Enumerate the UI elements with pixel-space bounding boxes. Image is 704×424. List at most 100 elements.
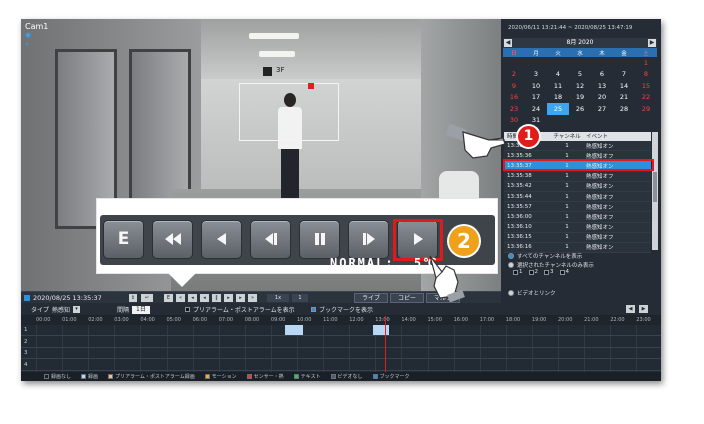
event-row[interactable]: 13:35:57 1 熱感知オン <box>504 202 651 213</box>
calendar-header: 8月 2020 ◀ ▶ <box>503 38 657 48</box>
calendar-day[interactable]: 6 <box>591 69 613 81</box>
event-channel: 1 <box>565 203 569 210</box>
event-row[interactable]: 13:36:15 1 熱感知オフ <box>504 232 651 243</box>
copy-button[interactable]: コピー <box>390 293 424 303</box>
step-back-button[interactable] <box>250 220 291 259</box>
calendar-day[interactable]: 15 <box>635 80 657 92</box>
calendar-day[interactable]: 5 <box>569 69 591 81</box>
mini-forward-button[interactable]: » <box>248 294 257 302</box>
calendar-day[interactable]: 23 <box>503 103 525 115</box>
video-link-option[interactable]: ビデオとリンク <box>508 289 556 297</box>
calendar-day[interactable]: 9 <box>503 80 525 92</box>
speed-select[interactable]: 1x <box>267 294 289 302</box>
event-row[interactable]: 13:36:10 1 熱感知オン <box>504 222 651 233</box>
channel-checkbox[interactable]: 4 <box>559 269 569 275</box>
calendar-day[interactable]: 31 <box>525 115 547 127</box>
calendar-day[interactable]: 27 <box>591 103 613 115</box>
calendar-day[interactable]: 22 <box>635 92 657 104</box>
mini-step-back-button[interactable]: ◂ <box>200 294 209 302</box>
channel-checkbox[interactable]: 2 <box>528 269 538 275</box>
calendar-day[interactable]: 3 <box>525 69 547 81</box>
event-row[interactable]: 13:35:42 1 熱感知オン <box>504 181 651 192</box>
timeline-row-label: 2 <box>24 338 28 345</box>
hour-tick-label: 10:00 <box>297 317 312 323</box>
calendar-day[interactable]: 1 <box>635 57 657 69</box>
timeline-row[interactable]: 2 <box>21 337 661 348</box>
mini-step-forward-button[interactable]: ▸ <box>224 294 233 302</box>
calendar-day[interactable]: 4 <box>547 69 569 81</box>
mini-e-button[interactable]: E <box>164 294 173 302</box>
checkbox[interactable] <box>311 307 316 312</box>
channel-checkbox[interactable]: 1 <box>513 269 523 275</box>
datetime-spinner[interactable]: ⇕ <box>129 294 137 302</box>
chevron-down-icon[interactable]: ▾ <box>73 306 81 313</box>
mini-reverse-button[interactable]: ◂ <box>188 294 197 302</box>
mini-rewind-button[interactable]: « <box>176 294 185 302</box>
calendar-day[interactable]: 20 <box>591 92 613 104</box>
live-button[interactable]: ライブ <box>354 293 388 303</box>
event-type: 熱感知オン <box>586 184 614 191</box>
checkbox[interactable] <box>185 307 190 312</box>
enter-button[interactable]: ↵ <box>141 294 153 302</box>
channel-checkbox[interactable]: 3 <box>544 269 554 275</box>
radio-all-channels[interactable]: すべてのチャンネルを表示 <box>508 252 582 260</box>
timeline-next-button[interactable]: ▶ <box>639 305 648 313</box>
timeline-row[interactable]: 3 <box>21 348 661 359</box>
mini-play-button[interactable]: ▸ <box>236 294 245 302</box>
datetime-field[interactable]: 2020/08/25 13:35:37 <box>24 294 102 302</box>
prev-month-button[interactable]: ◀ <box>504 39 512 47</box>
prealarm-toggle[interactable]: プリアラーム・ポストアラームを表示 <box>185 305 295 314</box>
mini-pause-button[interactable]: ‖ <box>212 294 221 302</box>
calendar-day[interactable]: 29 <box>635 103 657 115</box>
legend-swatch <box>81 374 87 379</box>
next-month-button[interactable]: ▶ <box>648 39 656 47</box>
e-button[interactable]: E <box>103 220 144 259</box>
rewind-button[interactable] <box>152 220 193 259</box>
event-row[interactable]: 13:36:00 1 熱感知オフ <box>504 212 651 223</box>
calendar-day[interactable]: 26 <box>569 103 591 115</box>
radio-dot[interactable] <box>508 262 514 268</box>
event-scrollbar[interactable] <box>652 132 658 250</box>
interval-filter[interactable]: 間隔 1日 <box>117 305 150 314</box>
hour-tick-label: 03:00 <box>114 317 129 323</box>
event-row[interactable]: 13:35:38 1 熱感知オフ <box>504 171 651 182</box>
reverse-play-button[interactable] <box>201 220 242 259</box>
radio-selected-channels[interactable]: 選択されたチャンネルのみ表示 <box>508 261 594 269</box>
calendar-day[interactable]: 24 <box>525 103 547 115</box>
calendar-day[interactable]: 11 <box>547 80 569 92</box>
calendar-day[interactable]: 8 <box>635 69 657 81</box>
calendar-day[interactable]: 18 <box>547 92 569 104</box>
speed-select-2[interactable]: 1 <box>292 294 308 302</box>
step-forward-button[interactable] <box>348 220 389 259</box>
calendar-day[interactable]: 14 <box>613 80 635 92</box>
zoom-icon[interactable]: ⌕ <box>25 40 29 49</box>
radio-dot[interactable] <box>508 290 514 296</box>
calendar-day[interactable]: 28 <box>613 103 635 115</box>
legend-swatch <box>204 374 210 379</box>
timeline-row[interactable]: 4 <box>21 360 661 371</box>
calendar-day[interactable]: 2 <box>503 69 525 81</box>
calendar-day[interactable]: 13 <box>591 80 613 92</box>
timeline-cursor[interactable] <box>385 316 386 373</box>
calendar-day[interactable]: 16 <box>503 92 525 104</box>
calendar-day[interactable]: 12 <box>569 80 591 92</box>
scroll-thumb[interactable] <box>653 172 657 202</box>
recording-block[interactable] <box>285 325 303 335</box>
timeline-prev-button[interactable]: ◀ <box>626 305 635 313</box>
type-value: 熱感知 <box>52 307 71 314</box>
calendar-day[interactable]: 7 <box>613 69 635 81</box>
calendar-day[interactable]: 19 <box>569 92 591 104</box>
calendar-day[interactable]: 17 <box>525 92 547 104</box>
calendar-day[interactable]: 10 <box>525 80 547 92</box>
timeline-row[interactable]: 1 <box>21 325 661 336</box>
timeline-grid[interactable]: 1 2 3 4 <box>21 325 661 372</box>
type-filter[interactable]: タイプ 熱感知 ▾ <box>31 305 81 314</box>
calendar-day[interactable]: 21 <box>613 92 635 104</box>
interval-select[interactable]: 1日 <box>132 305 150 314</box>
pause-button[interactable] <box>299 220 340 259</box>
event-row[interactable]: 13:35:44 1 熱感知オフ <box>504 191 651 203</box>
bookmark-toggle[interactable]: ブックマークを表示 <box>311 305 373 314</box>
radio-dot[interactable] <box>508 253 514 259</box>
calendar-day[interactable]: 25 <box>547 103 569 115</box>
recording-block[interactable] <box>373 325 389 335</box>
